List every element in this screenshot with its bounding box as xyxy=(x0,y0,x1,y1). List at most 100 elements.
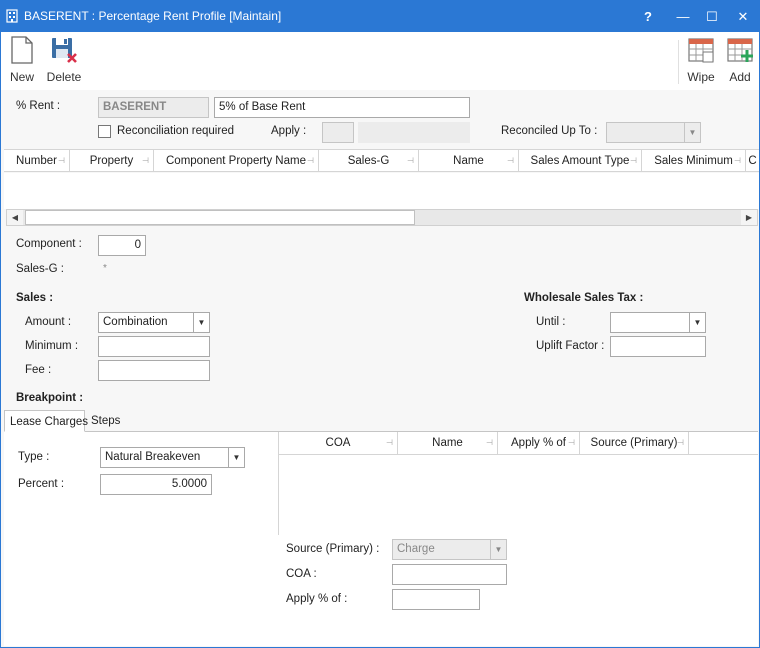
close-button[interactable]: ✕ xyxy=(728,1,758,32)
horizontal-scrollbar[interactable]: ◀ ▶ xyxy=(6,209,758,226)
reconciliation-label: Reconciliation required xyxy=(117,125,234,137)
rent-label: % Rent : xyxy=(16,100,61,112)
amount-label: Amount : xyxy=(25,316,72,328)
column-header-sales-minimum[interactable]: Sales Minimum ⊣ xyxy=(642,150,746,172)
sales-g-label: Sales-G : xyxy=(16,263,64,275)
app-window: BASERENT : Percentage Rent Profile [Main… xyxy=(0,0,760,648)
new-document-icon xyxy=(11,36,33,64)
column-header-coa[interactable]: COA ⊣ xyxy=(279,432,398,454)
pin-icon: ⊣ xyxy=(734,156,741,165)
apply-pct-field[interactable] xyxy=(392,589,480,610)
tab-lease-charges[interactable]: Lease Charges xyxy=(4,410,88,432)
scroll-left-icon[interactable]: ◀ xyxy=(7,210,23,225)
tab-steps[interactable]: Steps xyxy=(86,410,125,432)
percent-field[interactable]: 5.0000 xyxy=(100,474,212,495)
component-grid-body[interactable] xyxy=(4,173,759,209)
window-title: BASERENT : Percentage Rent Profile [Main… xyxy=(24,9,282,23)
until-combo[interactable]: ▼ xyxy=(610,312,706,333)
source-primary-label: Source (Primary) : xyxy=(286,543,380,555)
minimize-button[interactable]: — xyxy=(668,1,698,32)
wholesale-section-label: Wholesale Sales Tax : xyxy=(524,292,644,304)
uplift-factor-field[interactable] xyxy=(610,336,706,357)
type-value: Natural Breakeven xyxy=(105,451,201,463)
delete-button[interactable]: Delete xyxy=(45,36,83,84)
fee-label: Fee : xyxy=(25,364,52,376)
component-label: Component : xyxy=(16,238,82,250)
sales-g-value: * xyxy=(103,263,107,274)
maximize-button[interactable]: ☐ xyxy=(697,1,727,32)
chevron-down-icon: ▼ xyxy=(490,540,506,559)
apply-text-field xyxy=(358,122,470,143)
chevron-down-icon[interactable]: ▼ xyxy=(689,313,705,332)
source-primary-combo: Charge ▼ xyxy=(392,539,507,560)
apply-field xyxy=(322,122,354,143)
help-button[interactable]: ? xyxy=(633,1,663,32)
add-button[interactable]: Add xyxy=(725,36,755,84)
breakpoint-tab-panel: Type : Natural Breakeven ▼ Percent : 5.0… xyxy=(4,431,758,646)
wipe-button[interactable]: Wipe xyxy=(685,36,717,84)
pin-icon: ⊣ xyxy=(677,438,684,447)
new-button[interactable]: New xyxy=(7,36,37,84)
pin-icon: ⊣ xyxy=(486,438,493,447)
chevron-down-icon[interactable]: ▼ xyxy=(228,448,244,467)
component-grid-header: Number ⊣ Property ⊣ Component Property Nam… xyxy=(4,149,759,172)
apply-label: Apply : xyxy=(271,125,307,137)
column-header-source-primary[interactable]: Source (Primary) ⊣ xyxy=(580,432,689,454)
chevron-down-icon[interactable]: ▼ xyxy=(193,313,209,332)
toolbar: New Delete Wipe Add xyxy=(1,32,759,90)
charges-grid-header: COA ⊣ Name ⊣ Apply % of ⊣ Source (Primary) ⊣ xyxy=(279,432,758,455)
column-header-charge-name[interactable]: Name ⊣ xyxy=(398,432,498,454)
column-header-number[interactable]: Number ⊣ xyxy=(4,150,70,172)
until-label: Until : xyxy=(536,316,566,328)
component-field[interactable]: 0 xyxy=(98,235,146,256)
rent-description-field[interactable]: 5% of Base Rent xyxy=(214,97,470,118)
column-header-property[interactable]: Property ⊣ xyxy=(70,150,154,172)
title-bar: BASERENT : Percentage Rent Profile [Main… xyxy=(1,1,759,32)
pin-icon: ⊣ xyxy=(568,438,575,447)
type-combo[interactable]: Natural Breakeven ▼ xyxy=(100,447,245,468)
charges-grid-body[interactable] xyxy=(279,455,758,535)
percent-label: Percent : xyxy=(18,478,65,490)
reconciliation-checkbox[interactable] xyxy=(98,125,111,138)
new-label: New xyxy=(9,70,34,84)
pin-icon: ⊣ xyxy=(142,156,149,165)
pin-icon: ⊣ xyxy=(407,156,414,165)
amount-value: Combination xyxy=(103,316,168,328)
building-icon xyxy=(6,9,18,23)
reconciled-up-to-label: Reconciled Up To : xyxy=(501,125,598,137)
save-delete-icon xyxy=(52,38,77,63)
coa-label: COA : xyxy=(286,568,317,580)
source-primary-value: Charge xyxy=(397,543,435,555)
amount-combo[interactable]: Combination ▼ xyxy=(98,312,210,333)
pin-icon: ⊣ xyxy=(58,156,65,165)
sales-section-label: Sales : xyxy=(16,292,54,304)
coa-field[interactable] xyxy=(392,564,507,585)
toolbar-separator xyxy=(678,40,679,84)
column-header-component-property-name[interactable]: Component Property Name ⊣ xyxy=(154,150,319,172)
pin-icon: ⊣ xyxy=(630,156,637,165)
chevron-down-icon[interactable]: ▼ xyxy=(684,123,700,142)
pin-icon: ⊣ xyxy=(386,438,393,447)
grid-add-icon xyxy=(727,38,753,62)
add-label: Add xyxy=(729,70,751,84)
type-label: Type : xyxy=(18,451,50,463)
delete-label: Delete xyxy=(46,70,82,84)
wipe-label: Wipe xyxy=(687,70,715,84)
minimum-field[interactable] xyxy=(98,336,210,357)
uplift-factor-label: Uplift Factor : xyxy=(536,340,605,352)
column-header-sales-g[interactable]: Sales-G ⊣ xyxy=(319,150,419,172)
column-header-sales-amount-type[interactable]: Sales Amount Type ⊣ xyxy=(519,150,642,172)
pin-icon: ⊣ xyxy=(307,156,314,165)
reconciled-up-to-combo[interactable]: ▼ xyxy=(606,122,701,143)
column-header-c[interactable]: C xyxy=(746,150,759,172)
column-header-name[interactable]: Name ⊣ xyxy=(419,150,519,172)
column-header-apply-pct[interactable]: Apply % of ⊣ xyxy=(498,432,580,454)
grid-wipe-icon xyxy=(688,38,714,63)
scroll-thumb[interactable] xyxy=(25,210,415,225)
scroll-right-icon[interactable]: ▶ xyxy=(741,210,757,225)
apply-pct-label: Apply % of : xyxy=(286,593,348,605)
breakpoint-section-label: Breakpoint : xyxy=(16,392,84,404)
rent-code-field: BASERENT xyxy=(98,97,209,118)
fee-field[interactable] xyxy=(98,360,210,381)
minimum-label: Minimum : xyxy=(25,340,79,352)
